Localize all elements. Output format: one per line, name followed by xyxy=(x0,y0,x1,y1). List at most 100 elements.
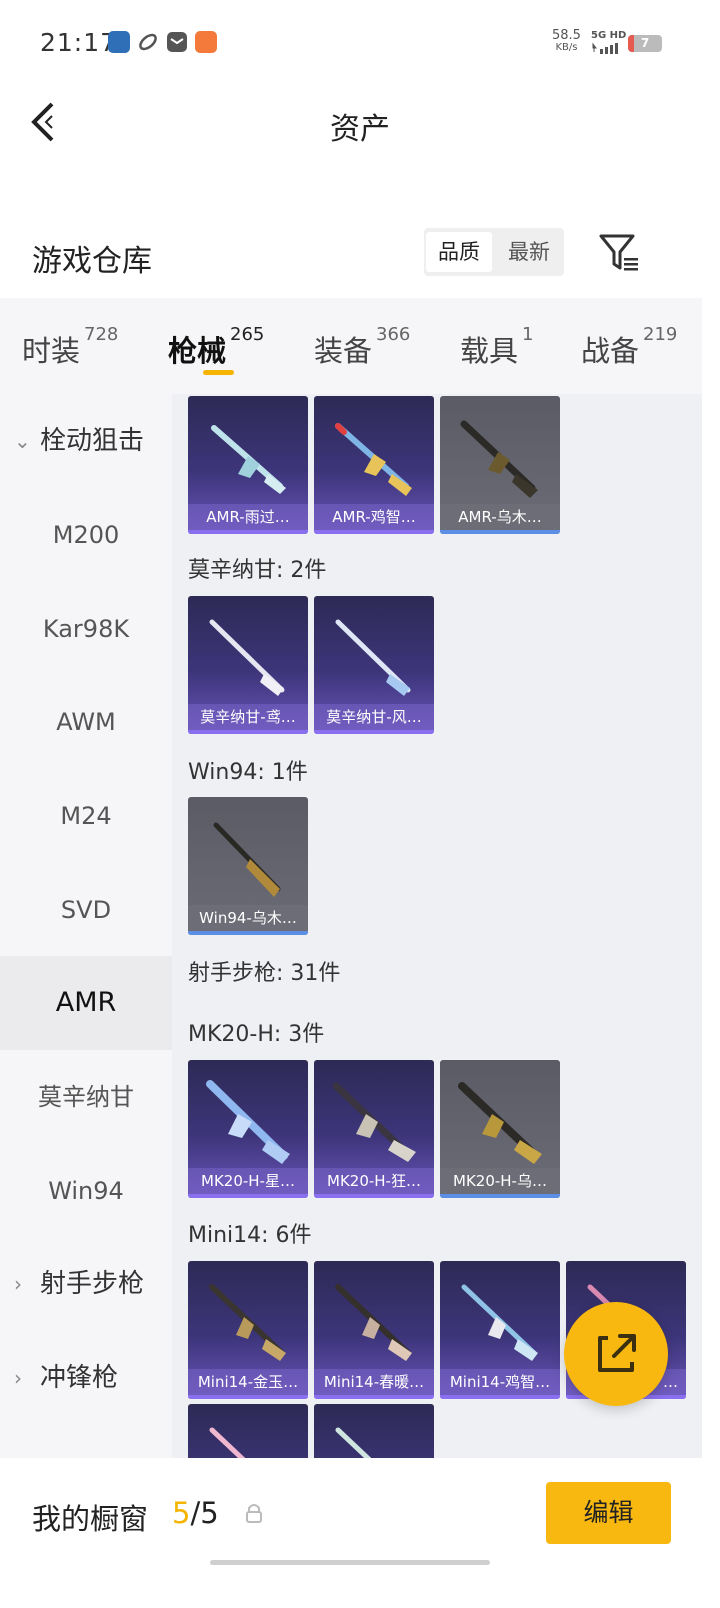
tab-firearms[interactable]: 枪械 265 xyxy=(168,324,264,370)
rarity-bar xyxy=(440,1395,560,1399)
rifle-image xyxy=(332,1082,416,1162)
sidebar-item-awm[interactable]: AWM xyxy=(0,675,172,769)
speed-value: 58.5 xyxy=(552,28,581,43)
weapon-card[interactable]: AMR-鸡智… xyxy=(314,396,434,534)
tab-count: 366 xyxy=(376,324,411,346)
share-button[interactable] xyxy=(564,1302,668,1406)
battery-icon: 7 xyxy=(628,35,662,52)
tab-label: 战备 xyxy=(581,334,640,368)
status-bar: 21:17 58.5 KB/s 5G HD 7 xyxy=(0,0,720,88)
card-label: AMR-雨过… xyxy=(188,504,308,530)
weapon-card[interactable]: Win94-乌木… xyxy=(188,797,308,935)
weapon-card[interactable] xyxy=(314,1404,434,1458)
status-time: 21:17 xyxy=(40,28,118,57)
rifle-image xyxy=(460,420,538,498)
sort-toggle: 品质 最新 xyxy=(424,228,564,276)
chevron-down-icon: ⌄ xyxy=(14,429,31,453)
rarity-bar xyxy=(188,730,308,734)
sidebar-item-label: 冲锋枪 xyxy=(40,1363,119,1393)
weapon-card[interactable]: Mini14-春暖… xyxy=(314,1261,434,1399)
weapon-type-sidebar: ⌄ 栓动狙击 M200 Kar98K AWM M24 SVD AMR 莫辛纳甘 … xyxy=(0,394,172,1458)
weapon-card[interactable]: MK20-H-星… xyxy=(188,1060,308,1198)
tab-count: 728 xyxy=(84,324,119,346)
filter-icon[interactable] xyxy=(598,230,642,274)
showcase-count: 5/5 xyxy=(172,1496,219,1530)
category-header: 射手步枪: 31件 xyxy=(188,961,341,986)
active-tab-indicator xyxy=(203,370,234,375)
sidebar-item-m200[interactable]: M200 xyxy=(0,488,172,582)
rifle-image xyxy=(211,425,286,494)
rarity-bar xyxy=(188,530,308,534)
card-label: 莫辛纳甘-鸢… xyxy=(188,704,308,730)
rifle-image xyxy=(335,1284,412,1361)
sidebar-item-bolt-action-sniper[interactable]: ⌄ 栓动狙击 xyxy=(0,394,172,488)
weapon-card[interactable]: MK20-H-乌… xyxy=(440,1060,560,1198)
rifle-image xyxy=(209,1427,246,1458)
tab-label: 载具 xyxy=(460,334,519,368)
tab-fashion[interactable]: 时装 728 xyxy=(22,324,118,370)
rifle-image xyxy=(209,619,285,696)
rifle-image xyxy=(213,822,281,897)
weapon-grid: AMR-雨过… AMR-鸡智… AMR-乌木… 莫辛纳甘: 2件 莫辛纳甘-鸢…… xyxy=(172,394,702,1458)
card-label: 莫辛纳甘-风… xyxy=(314,704,434,730)
weapon-card[interactable]: 莫辛纳甘-风… xyxy=(314,596,434,734)
card-label: MK20-H-狂… xyxy=(314,1168,434,1194)
group-header: Mini14: 6件 xyxy=(188,1223,312,1248)
signal-indicator: 5G HD xyxy=(591,30,626,58)
tab-count: 219 xyxy=(643,324,678,346)
weapon-card[interactable]: AMR-乌木… xyxy=(440,396,560,534)
weapon-card[interactable]: AMR-雨过… xyxy=(188,396,308,534)
weapon-card[interactable]: 莫辛纳甘-鸢… xyxy=(188,596,308,734)
rarity-bar xyxy=(314,1194,434,1198)
card-label: Win94-乌木… xyxy=(188,905,308,931)
sort-newest-button[interactable]: 最新 xyxy=(496,232,562,272)
weapon-card[interactable]: MK20-H-狂… xyxy=(314,1060,434,1198)
sidebar-item-smg[interactable]: › 冲锋枪 xyxy=(0,1331,172,1425)
sidebar-item-svd[interactable]: SVD xyxy=(0,863,172,957)
rarity-bar xyxy=(188,1194,308,1198)
category-tabs: 时装 728 枪械 265 装备 366 载具 1 战备 219 xyxy=(0,298,702,394)
sidebar-item-kar98k[interactable]: Kar98K xyxy=(0,582,172,676)
card-label: Mini14-春暖… xyxy=(314,1369,434,1395)
weapon-card[interactable]: Mini14-鸡智… xyxy=(440,1261,560,1399)
signal-bars-icon xyxy=(592,42,618,54)
sidebar-item-marksman-rifle[interactable]: › 射手步枪 xyxy=(0,1237,172,1331)
sort-quality-button[interactable]: 品质 xyxy=(426,232,492,272)
tab-label: 时装 xyxy=(22,334,81,368)
rarity-bar xyxy=(440,530,560,534)
count-current: 5 xyxy=(172,1496,191,1530)
rifle-image xyxy=(206,1080,290,1164)
weapon-card[interactable] xyxy=(188,1404,308,1458)
network-type: 5G HD xyxy=(591,30,627,41)
group-header: MK20-H: 3件 xyxy=(188,1022,325,1047)
home-indicator[interactable] xyxy=(210,1560,490,1565)
card-label: Mini14-金玉… xyxy=(188,1369,308,1395)
tab-count: 265 xyxy=(230,324,265,346)
chevron-right-icon: › xyxy=(14,1366,22,1390)
tab-equipment[interactable]: 装备 366 xyxy=(314,324,410,370)
tab-supplies[interactable]: 战备 219 xyxy=(581,324,677,370)
tab-vehicles[interactable]: 载具 1 xyxy=(460,324,533,370)
rarity-bar xyxy=(314,730,434,734)
screen: { "status_bar": { "time": "21:17", "spee… xyxy=(0,0,720,1608)
card-label: AMR-乌木… xyxy=(440,504,560,530)
chevron-right-icon: › xyxy=(14,1272,22,1296)
battery-level: 7 xyxy=(640,36,650,50)
page-title: 资产 xyxy=(330,112,390,147)
rifle-image xyxy=(335,423,412,496)
weapon-card[interactable]: Mini14-金玉… xyxy=(188,1261,308,1399)
sidebar-item-label: 栓动狙击 xyxy=(40,426,145,456)
speed-unit: KB/s xyxy=(555,42,578,53)
rifle-image xyxy=(335,1427,372,1458)
card-label: AMR-鸡智… xyxy=(314,504,434,530)
sidebar-item-mosin-nagant[interactable]: 莫辛纳甘 xyxy=(0,1050,172,1144)
edit-button[interactable]: 编辑 xyxy=(546,1482,671,1544)
sidebar-item-m24[interactable]: M24 xyxy=(0,769,172,863)
mail-app-icon xyxy=(167,32,187,52)
link-app-icon xyxy=(139,33,157,51)
game-app-icon xyxy=(108,31,130,53)
sidebar-item-amr[interactable]: AMR xyxy=(0,956,172,1050)
group-header: Win94: 1件 xyxy=(188,760,308,785)
tab-count: 1 xyxy=(522,324,534,346)
sidebar-item-win94[interactable]: Win94 xyxy=(0,1144,172,1238)
